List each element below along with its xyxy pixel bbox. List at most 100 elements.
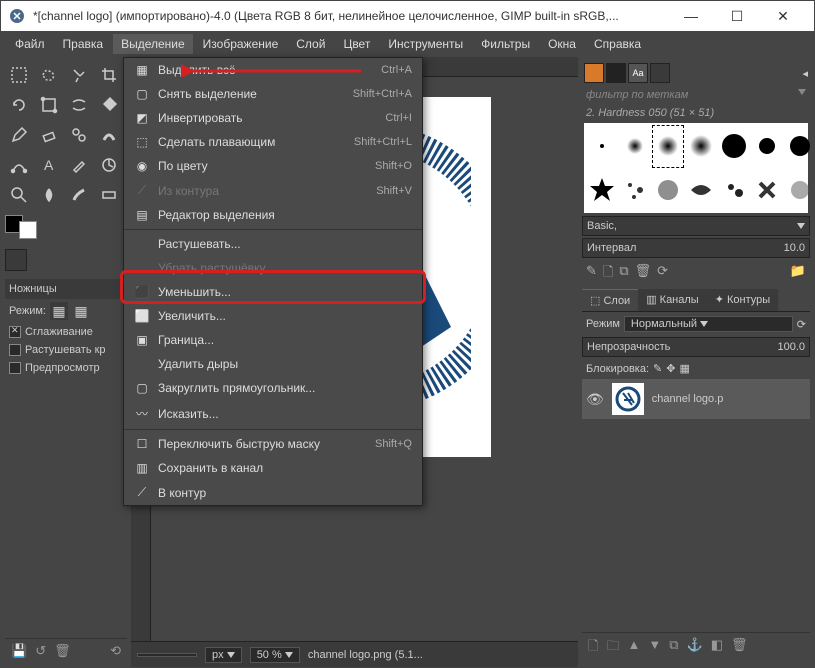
refresh-brush-icon[interactable]: ⟳ xyxy=(657,263,668,285)
tool-crop[interactable] xyxy=(95,61,123,89)
dd-round-rect[interactable]: ▢Закруглить прямоугольник... xyxy=(124,376,422,400)
menu-windows[interactable]: Окна xyxy=(540,34,584,54)
brush-filter[interactable]: фильтр по меткам xyxy=(582,85,810,105)
brush-item[interactable] xyxy=(685,169,717,212)
dup-brush-icon[interactable]: ⧉ xyxy=(619,263,628,285)
brush-item[interactable] xyxy=(619,169,651,212)
layer-mode-select[interactable]: Нормальный xyxy=(624,316,793,332)
dd-distort[interactable]: 〰Исказить... xyxy=(124,400,422,427)
menu-layer[interactable]: Слой xyxy=(288,34,333,54)
status-zoom[interactable]: 50 % xyxy=(250,647,300,663)
feather-checkbox[interactable] xyxy=(9,344,21,356)
dd-quickmask[interactable]: ☐Переключить быструю маскуShift+Q xyxy=(124,432,422,456)
tab-history[interactable] xyxy=(53,249,75,271)
dd-grow[interactable]: ⬜Увеличить... xyxy=(124,304,422,328)
delete-layer-icon[interactable]: 🗑 xyxy=(731,637,748,659)
tab-history2[interactable] xyxy=(650,63,670,83)
swatch-bg[interactable] xyxy=(19,221,37,239)
tab-paths[interactable]: ✦ Контуры xyxy=(707,289,778,311)
tool-pencil[interactable] xyxy=(5,121,33,149)
dd-holes[interactable]: Удалить дыры xyxy=(124,352,422,376)
tool-transform[interactable] xyxy=(35,91,63,119)
reset-options-icon[interactable]: ↺ xyxy=(35,643,46,659)
reset-icon[interactable]: ⟲ xyxy=(110,643,121,659)
mode-add-icon[interactable]: ▦ xyxy=(72,302,90,320)
dd-from-path[interactable]: ⟋Из контураShift+V xyxy=(124,178,422,203)
tab-device[interactable] xyxy=(29,249,51,271)
dd-editor[interactable]: ▤Редактор выделения xyxy=(124,203,422,227)
brush-item[interactable] xyxy=(685,125,717,168)
dd-invert[interactable]: ◩ИнвертироватьCtrl+I xyxy=(124,106,422,130)
menu-edit[interactable]: Правка xyxy=(55,34,112,54)
brush-preset-select[interactable]: Basic, xyxy=(582,216,810,236)
status-unit[interactable]: px xyxy=(205,647,242,663)
dd-shrink[interactable]: ⬛Уменьшить... xyxy=(124,280,422,304)
lower-layer-icon[interactable]: ▼ xyxy=(648,637,661,659)
tool-brush[interactable] xyxy=(65,181,93,209)
menu-tools[interactable]: Инструменты xyxy=(380,34,471,54)
tab-images[interactable] xyxy=(77,249,99,271)
menu-select[interactable]: Выделение xyxy=(113,34,193,54)
dd-to-path[interactable]: ⟋В контур xyxy=(124,480,422,505)
tool-measure[interactable] xyxy=(95,151,123,179)
tool-bucket[interactable] xyxy=(95,91,123,119)
dd-select-none[interactable]: ▢Снять выделениеShift+Ctrl+A xyxy=(124,82,422,106)
antialias-checkbox[interactable] xyxy=(9,326,21,338)
menu-help[interactable]: Справка xyxy=(586,34,649,54)
layer-switch-icon[interactable]: ⟳ xyxy=(797,318,806,331)
menu-image[interactable]: Изображение xyxy=(195,34,287,54)
tab-fonts[interactable]: Aa xyxy=(628,63,648,83)
tool-ink[interactable] xyxy=(35,181,63,209)
del-brush-icon[interactable]: 🗑 xyxy=(635,263,652,285)
mode-replace-icon[interactable]: ▦ xyxy=(50,302,68,320)
dd-border[interactable]: ▣Граница... xyxy=(124,328,422,352)
lock-pixels-icon[interactable]: ✎ xyxy=(653,362,662,375)
brush-item[interactable] xyxy=(718,125,750,168)
preview-checkbox[interactable] xyxy=(9,362,21,374)
dd-remove-feather[interactable]: Убрать растушёвку xyxy=(124,256,422,280)
layer-item[interactable]: 👁 channel logo.p xyxy=(582,379,810,419)
dd-save-channel[interactable]: ▥Сохранить в канал xyxy=(124,456,422,480)
dd-by-color[interactable]: ◉По цветуShift+O xyxy=(124,154,422,178)
tool-text[interactable]: A xyxy=(35,151,63,179)
tool-rotate[interactable] xyxy=(5,91,33,119)
raise-layer-icon[interactable]: ▲ xyxy=(627,637,640,659)
tool-smudge[interactable] xyxy=(95,121,123,149)
dup-layer-icon[interactable]: ⧉ xyxy=(669,637,678,659)
panel-menu-icon[interactable]: ◂ xyxy=(802,67,808,80)
brush-item[interactable] xyxy=(586,169,618,212)
brush-item[interactable] xyxy=(784,169,814,212)
new-brush-icon[interactable]: 🗋 xyxy=(603,263,613,285)
tab-brushes[interactable] xyxy=(584,63,604,83)
maximize-button[interactable]: ☐ xyxy=(714,1,760,31)
brush-item[interactable] xyxy=(784,125,814,168)
visibility-icon[interactable]: 👁 xyxy=(586,391,604,408)
layer-opacity[interactable]: Непрозрачность100.0 xyxy=(582,337,810,357)
new-layer-icon[interactable]: 🗋 xyxy=(588,637,598,659)
mask-layer-icon[interactable]: ◧ xyxy=(711,637,723,659)
menu-file[interactable]: Файл xyxy=(7,34,53,54)
delete-options-icon[interactable]: 🗑 xyxy=(54,643,71,659)
tab-channels[interactable]: ▥ Каналы xyxy=(638,289,707,311)
new-group-icon[interactable]: 🗀 xyxy=(606,637,619,659)
brush-item[interactable] xyxy=(619,125,651,168)
menu-color[interactable]: Цвет xyxy=(335,34,378,54)
menu-filters[interactable]: Фильтры xyxy=(473,34,538,54)
tool-freeselect[interactable] xyxy=(35,61,63,89)
brush-interval[interactable]: Интервал10.0 xyxy=(582,238,810,258)
tab-layers[interactable]: ⬚ Слои xyxy=(582,289,638,311)
tool-eraser[interactable] xyxy=(35,121,63,149)
close-button[interactable]: ✕ xyxy=(760,1,806,31)
tool-warp[interactable] xyxy=(65,91,93,119)
tab-tool-options[interactable] xyxy=(5,249,27,271)
tool-gradient[interactable] xyxy=(95,181,123,209)
save-options-icon[interactable]: 💾 xyxy=(11,643,27,659)
brush-item[interactable] xyxy=(586,125,618,168)
tool-clone[interactable] xyxy=(65,121,93,149)
lock-alpha-icon[interactable]: ▦ xyxy=(679,362,689,375)
tool-fuzzy-select[interactable] xyxy=(65,61,93,89)
tab-patterns[interactable] xyxy=(606,63,626,83)
dd-float[interactable]: ⬚Сделать плавающимShift+Ctrl+L xyxy=(124,130,422,154)
merge-layer-icon[interactable]: ⚓ xyxy=(687,637,703,659)
lock-position-icon[interactable]: ✥ xyxy=(666,362,675,375)
